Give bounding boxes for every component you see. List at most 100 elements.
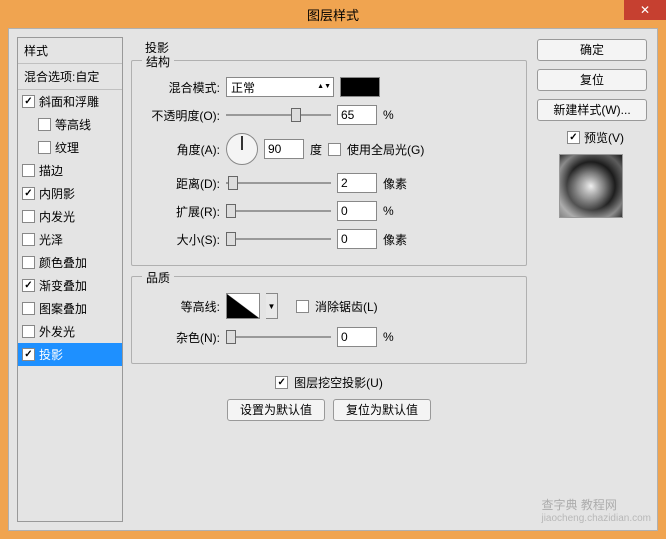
- quality-title: 品质: [142, 269, 174, 286]
- spread-input[interactable]: [337, 201, 377, 221]
- spread-row: 扩展(R): %: [142, 201, 516, 221]
- default-buttons: 设置为默认值 复位为默认值: [131, 399, 527, 421]
- distance-unit: 像素: [383, 175, 411, 192]
- right-panel: 确定 复位 新建样式(W)... 预览(V): [537, 39, 647, 218]
- preview-thumbnail: [559, 154, 623, 218]
- cancel-button[interactable]: 复位: [537, 69, 647, 91]
- spread-slider[interactable]: [226, 203, 331, 219]
- style-checkbox[interactable]: [22, 325, 35, 338]
- style-checkbox[interactable]: [22, 95, 35, 108]
- knockout-row: 图层挖空投影(U): [131, 374, 527, 391]
- distance-thumb[interactable]: [228, 176, 238, 190]
- ok-button[interactable]: 确定: [537, 39, 647, 61]
- contour-picker[interactable]: [226, 293, 260, 319]
- reset-default-button[interactable]: 复位为默认值: [333, 399, 431, 421]
- style-item-5[interactable]: 内发光: [18, 205, 122, 228]
- blend-mode-row: 混合模式: 正常 ▲▼: [142, 77, 516, 97]
- style-label: 等高线: [55, 116, 91, 133]
- opacity-input[interactable]: [337, 105, 377, 125]
- size-slider[interactable]: [226, 231, 331, 247]
- shadow-color-swatch[interactable]: [340, 77, 380, 97]
- style-label: 内阴影: [39, 185, 75, 202]
- antialias-checkbox[interactable]: [296, 300, 309, 313]
- style-checkbox[interactable]: [22, 233, 35, 246]
- style-checkbox[interactable]: [22, 164, 35, 177]
- style-item-8[interactable]: 渐变叠加: [18, 274, 122, 297]
- style-item-1[interactable]: 等高线: [18, 113, 122, 136]
- style-label: 外发光: [39, 323, 75, 340]
- style-checkbox[interactable]: [22, 210, 35, 223]
- blend-mode-label: 混合模式:: [142, 79, 220, 96]
- distance-row: 距离(D): 像素: [142, 173, 516, 193]
- style-checkbox[interactable]: [22, 279, 35, 292]
- size-label: 大小(S):: [142, 231, 220, 248]
- titlebar: 图层样式 ✕: [0, 0, 666, 28]
- size-unit: 像素: [383, 231, 411, 248]
- noise-unit: %: [383, 330, 411, 344]
- style-label: 渐变叠加: [39, 277, 87, 294]
- window: 图层样式 ✕ 样式 混合选项:自定 斜面和浮雕等高线纹理描边内阴影内发光光泽颜色…: [0, 0, 666, 539]
- antialias-label: 消除锯齿(L): [315, 298, 378, 315]
- blend-mode-value: 正常: [231, 79, 255, 96]
- size-input[interactable]: [337, 229, 377, 249]
- new-style-button[interactable]: 新建样式(W)...: [537, 99, 647, 121]
- style-label: 图案叠加: [39, 300, 87, 317]
- contour-label: 等高线:: [142, 298, 220, 315]
- style-item-3[interactable]: 描边: [18, 159, 122, 182]
- styles-list: 样式 混合选项:自定 斜面和浮雕等高线纹理描边内阴影内发光光泽颜色叠加渐变叠加图…: [17, 37, 123, 522]
- style-item-9[interactable]: 图案叠加: [18, 297, 122, 320]
- structure-title: 结构: [142, 53, 174, 70]
- quality-group: 品质 等高线: ▼ 消除锯齿(L) 杂色(N): %: [131, 276, 527, 364]
- opacity-thumb[interactable]: [291, 108, 301, 122]
- blend-mode-select[interactable]: 正常 ▲▼: [226, 77, 334, 97]
- preview-checkbox[interactable]: [567, 131, 580, 144]
- style-item-0[interactable]: 斜面和浮雕: [18, 90, 122, 113]
- style-item-11[interactable]: 投影: [18, 343, 122, 366]
- spread-thumb[interactable]: [226, 204, 236, 218]
- knockout-checkbox[interactable]: [275, 376, 288, 389]
- size-thumb[interactable]: [226, 232, 236, 246]
- distance-label: 距离(D):: [142, 175, 220, 192]
- distance-input[interactable]: [337, 173, 377, 193]
- style-item-7[interactable]: 颜色叠加: [18, 251, 122, 274]
- size-row: 大小(S): 像素: [142, 229, 516, 249]
- style-checkbox[interactable]: [38, 141, 51, 154]
- noise-input[interactable]: [337, 327, 377, 347]
- style-item-10[interactable]: 外发光: [18, 320, 122, 343]
- make-default-button[interactable]: 设置为默认值: [227, 399, 325, 421]
- opacity-slider[interactable]: [226, 107, 331, 123]
- styles-header[interactable]: 样式: [18, 38, 122, 64]
- style-label: 描边: [39, 162, 63, 179]
- style-checkbox[interactable]: [22, 187, 35, 200]
- style-item-2[interactable]: 纹理: [18, 136, 122, 159]
- style-label: 颜色叠加: [39, 254, 87, 271]
- client-area: 样式 混合选项:自定 斜面和浮雕等高线纹理描边内阴影内发光光泽颜色叠加渐变叠加图…: [8, 28, 658, 531]
- style-item-4[interactable]: 内阴影: [18, 182, 122, 205]
- angle-dial[interactable]: [226, 133, 258, 165]
- preview-checkbox-row[interactable]: 预览(V): [567, 129, 647, 146]
- contour-dropdown-icon[interactable]: ▼: [266, 293, 278, 319]
- angle-input[interactable]: [264, 139, 304, 159]
- style-label: 纹理: [55, 139, 79, 156]
- noise-thumb[interactable]: [226, 330, 236, 344]
- spread-unit: %: [383, 204, 411, 218]
- spread-label: 扩展(R):: [142, 203, 220, 220]
- opacity-row: 不透明度(O): %: [142, 105, 516, 125]
- style-checkbox[interactable]: [38, 118, 51, 131]
- global-light-checkbox[interactable]: [328, 143, 341, 156]
- style-checkbox[interactable]: [22, 256, 35, 269]
- style-checkbox[interactable]: [22, 302, 35, 315]
- close-icon: ✕: [640, 3, 650, 17]
- blend-options-header[interactable]: 混合选项:自定: [18, 64, 122, 90]
- close-button[interactable]: ✕: [624, 0, 666, 20]
- section-title: 投影: [145, 39, 527, 56]
- distance-slider[interactable]: [226, 175, 331, 191]
- style-item-6[interactable]: 光泽: [18, 228, 122, 251]
- noise-slider[interactable]: [226, 329, 331, 345]
- style-label: 内发光: [39, 208, 75, 225]
- style-checkbox[interactable]: [22, 348, 35, 361]
- angle-unit: 度: [310, 141, 322, 158]
- style-label: 斜面和浮雕: [39, 93, 99, 110]
- structure-group: 结构 混合模式: 正常 ▲▼ 不透明度(O): %: [131, 60, 527, 266]
- knockout-label: 图层挖空投影(U): [294, 374, 383, 391]
